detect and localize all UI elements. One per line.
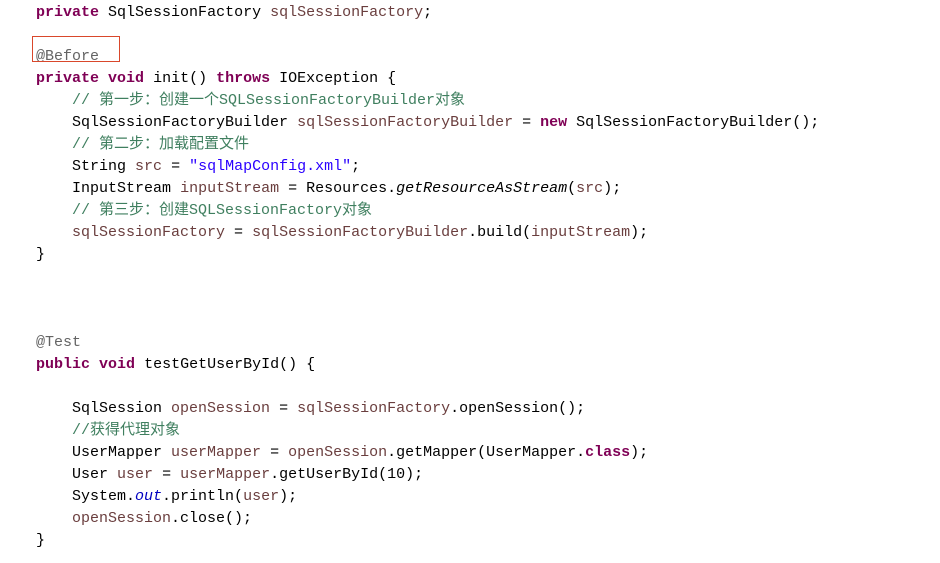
- code-line: }: [0, 246, 45, 263]
- code-line: }: [0, 532, 45, 549]
- code-line: //获得代理对象: [0, 422, 180, 439]
- code-line: User user = userMapper.getUserById(10);: [0, 466, 423, 483]
- code-line: System.out.println(user);: [0, 488, 297, 505]
- code-line: @Test: [0, 334, 81, 351]
- code-line: private void init() throws IOException {: [0, 70, 396, 87]
- code-line: // 第三步：创建SQLSessionFactory对象: [0, 202, 372, 219]
- code-line: InputStream inputStream = Resources.getR…: [0, 180, 621, 197]
- code-line: // 第二步：加载配置文件: [0, 136, 249, 153]
- code-line: @Before: [0, 48, 99, 65]
- code-line: sqlSessionFactory = sqlSessionFactoryBui…: [0, 224, 648, 241]
- code-content: private SqlSessionFactory sqlSessionFact…: [0, 0, 940, 552]
- code-line: openSession.close();: [0, 510, 252, 527]
- code-line: public void testGetUserById() {: [0, 356, 315, 373]
- code-line: SqlSessionFactoryBuilder sqlSessionFacto…: [0, 114, 819, 131]
- code-line: UserMapper userMapper = openSession.getM…: [0, 444, 648, 461]
- code-editor: private SqlSessionFactory sqlSessionFact…: [0, 0, 940, 552]
- code-line: SqlSession openSession = sqlSessionFacto…: [0, 400, 585, 417]
- code-line: String src = "sqlMapConfig.xml";: [0, 158, 360, 175]
- code-line: private SqlSessionFactory sqlSessionFact…: [0, 4, 432, 21]
- code-line: // 第一步：创建一个SQLSessionFactoryBuilder对象: [0, 92, 465, 109]
